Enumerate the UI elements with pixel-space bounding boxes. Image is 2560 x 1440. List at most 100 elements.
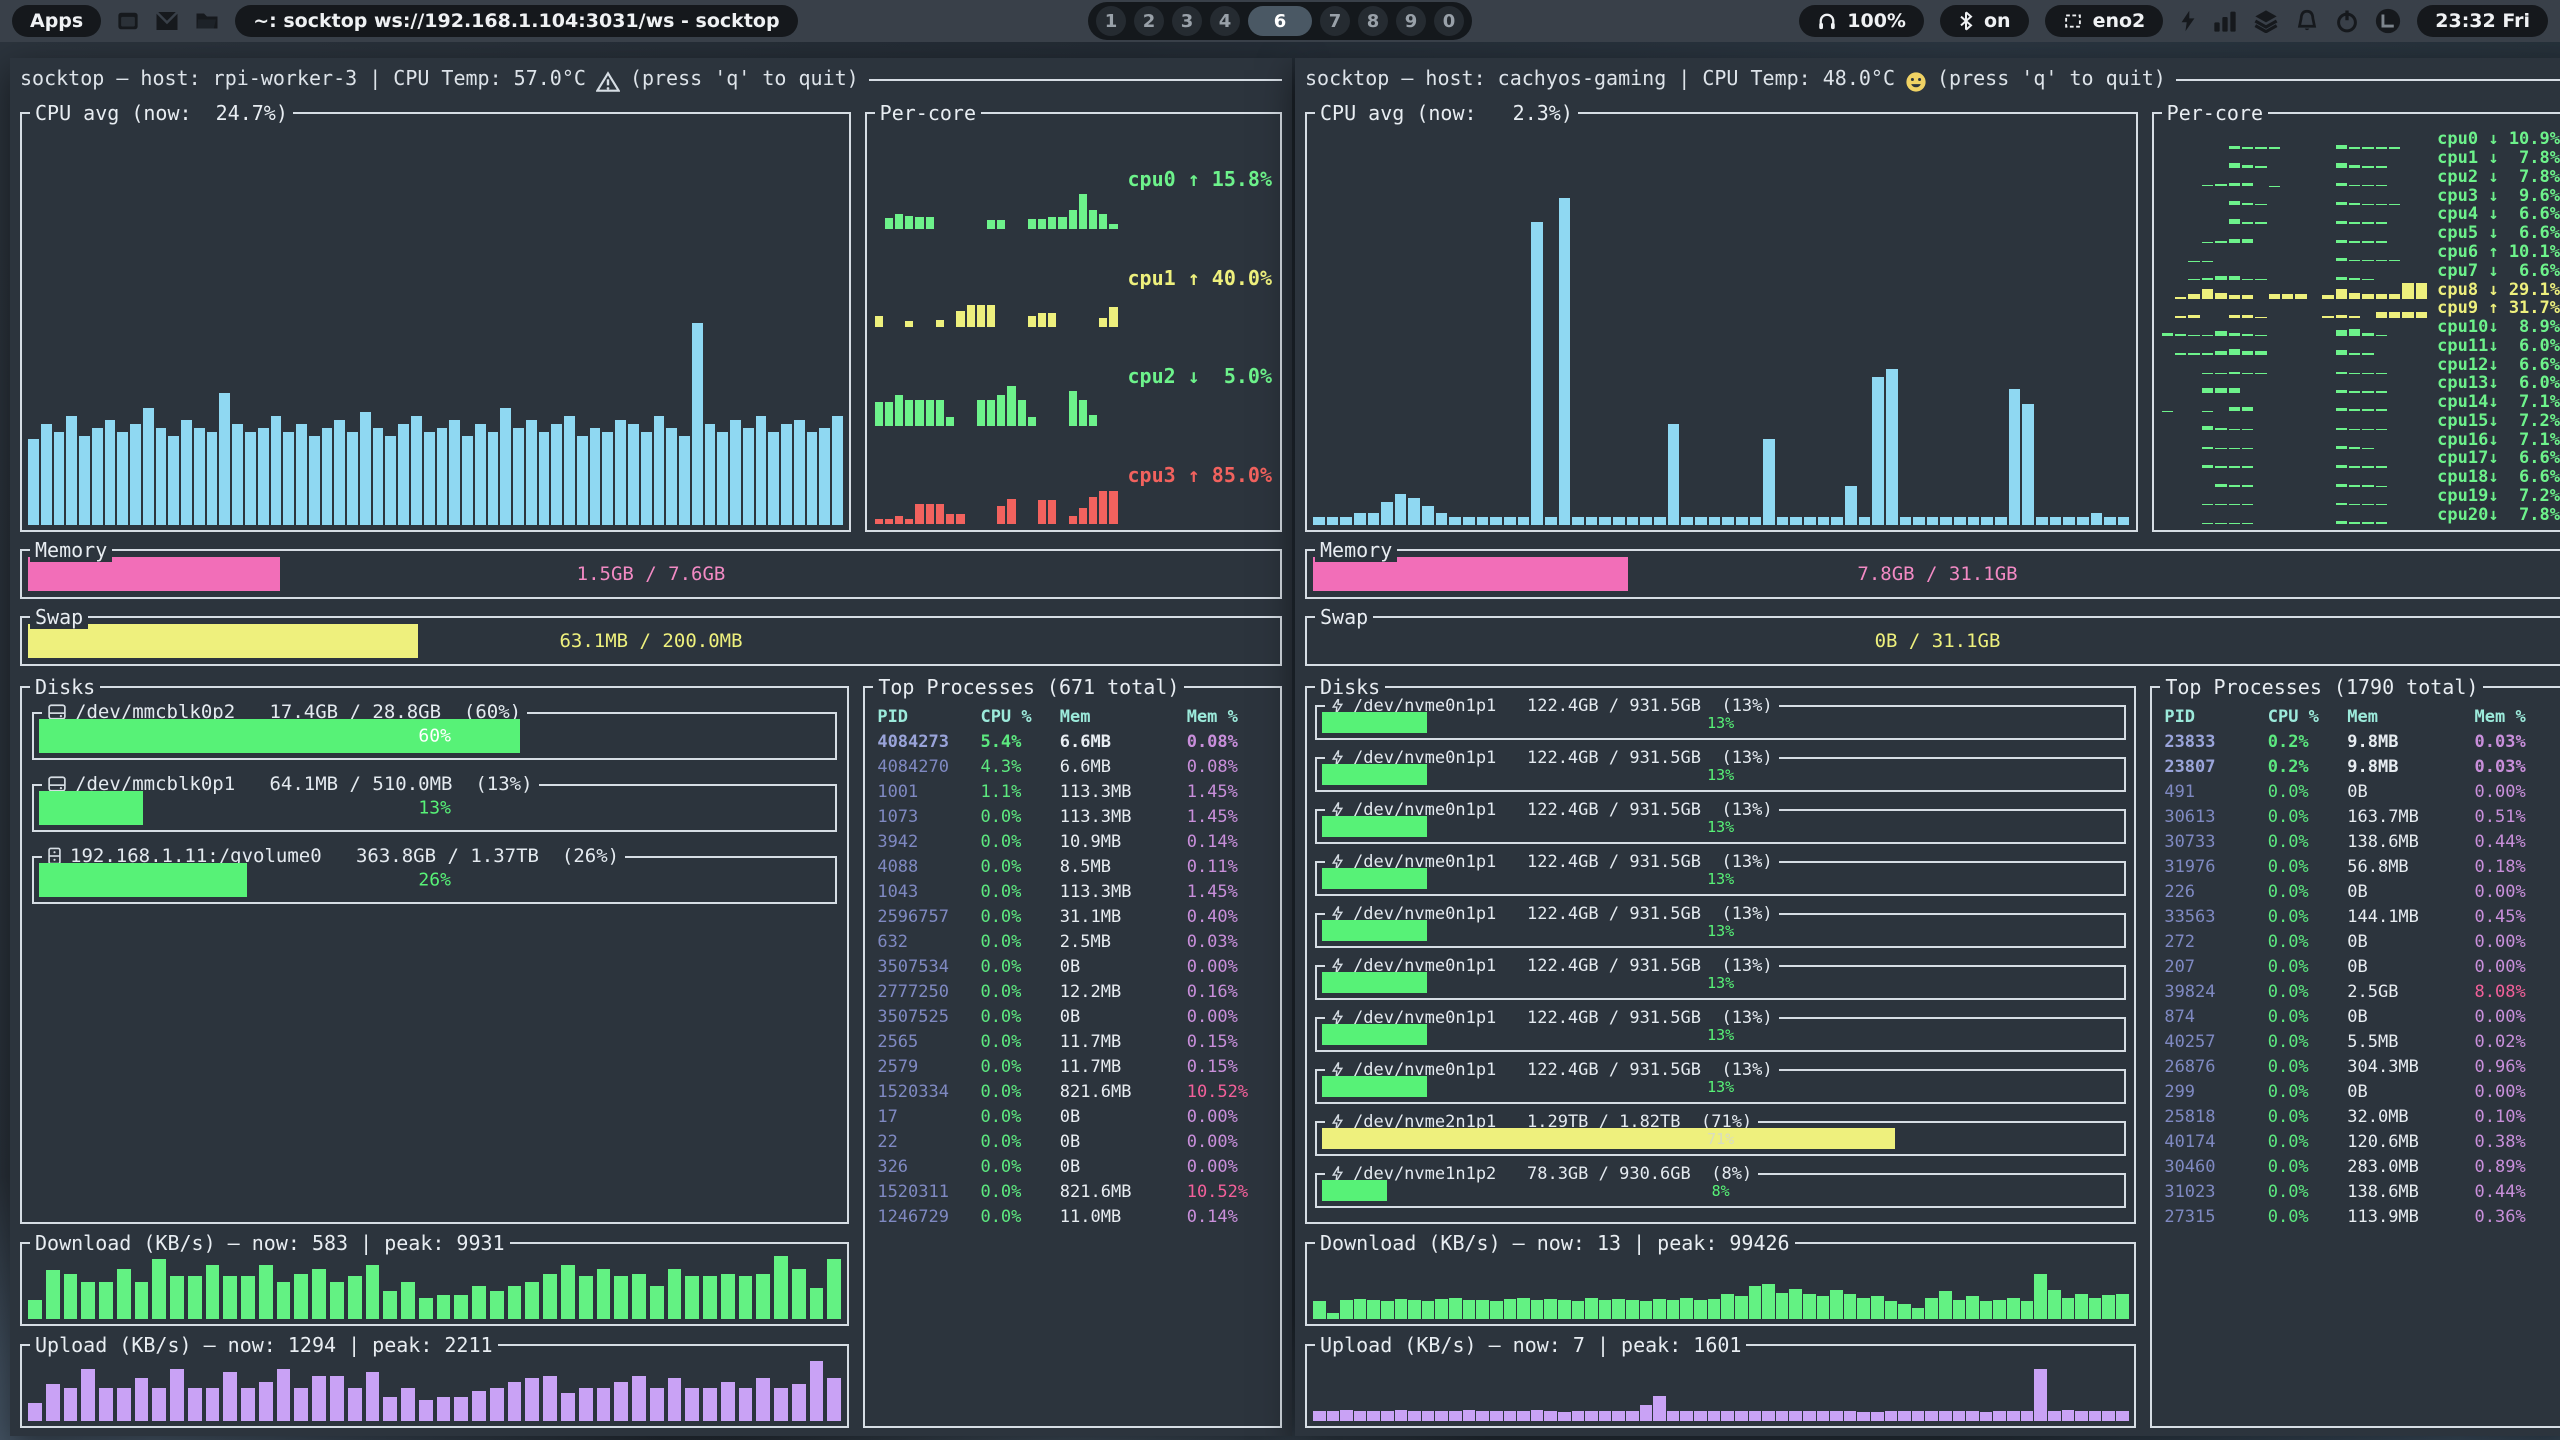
mail-icon[interactable] xyxy=(155,10,179,32)
disk-item: /dev/mmcblk0p1 64.1MB / 510.0MB (13%)13% xyxy=(32,784,837,832)
process-memp: 0.44% xyxy=(2475,1182,2560,1202)
process-row[interactable]: 4910.0%0B0.00% xyxy=(2164,779,2560,804)
process-row[interactable]: 8740.0%0B0.00% xyxy=(2164,1004,2560,1029)
process-row[interactable]: 40880.0%8.5MB0.11% xyxy=(877,854,1274,879)
process-row[interactable]: 15203110.0%821.6MB10.52% xyxy=(877,1179,1274,1204)
volume-widget[interactable]: 100% xyxy=(1799,5,1924,37)
chart-bar xyxy=(1477,517,1489,525)
process-row[interactable]: 258180.0%32.0MB0.10% xyxy=(2164,1104,2560,1129)
process-row[interactable]: 238330.2%9.8MB0.03% xyxy=(2164,729,2560,754)
disk-usage-percent: 13% xyxy=(1317,714,2124,732)
monitor-graph-icon[interactable] xyxy=(2375,8,2401,34)
chart-bar xyxy=(1028,417,1036,425)
process-row[interactable]: 2720.0%0B0.00% xyxy=(2164,929,2560,954)
workspace-3[interactable]: 3 xyxy=(1172,6,1202,36)
process-mem: 56.8MB xyxy=(2347,857,2474,877)
process-row[interactable]: 25967570.0%31.1MB0.40% xyxy=(877,904,1274,929)
terminal-rpi-worker-3[interactable]: socktop — host: rpi-worker-3 | CPU Temp:… xyxy=(10,58,1292,1436)
layers-icon[interactable] xyxy=(2253,9,2279,33)
process-row[interactable]: 27772500.0%12.2MB0.16% xyxy=(877,979,1274,1004)
network-widget[interactable]: eno2 xyxy=(2045,5,2164,37)
process-row[interactable]: 10011.1%113.3MB1.45% xyxy=(877,779,1274,804)
bell-icon[interactable] xyxy=(2295,9,2319,33)
process-row[interactable]: 2990.0%0B0.00% xyxy=(2164,1079,2560,1104)
workspace-8[interactable]: 8 xyxy=(1358,6,1388,36)
bluetooth-widget[interactable]: on xyxy=(1940,5,2029,37)
process-row[interactable]: 40842735.4%6.6MB0.08% xyxy=(877,729,1274,754)
power-profile-icon[interactable] xyxy=(2179,9,2197,33)
process-row[interactable]: 10430.0%113.3MB1.45% xyxy=(877,879,1274,904)
process-row[interactable]: 402570.0%5.5MB0.02% xyxy=(2164,1029,2560,1054)
workspace-1[interactable]: 1 xyxy=(1096,6,1126,36)
process-row[interactable]: 401740.0%120.6MB0.38% xyxy=(2164,1129,2560,1154)
chart-bar xyxy=(1599,517,1611,525)
process-row[interactable]: 170.0%0B0.00% xyxy=(877,1104,1274,1129)
workspace-2[interactable]: 2 xyxy=(1134,6,1164,36)
chart-bar xyxy=(1354,1299,1367,1319)
chart-bar xyxy=(1898,1304,1911,1319)
disk-list: /dev/mmcblk0p2 17.4GB / 28.8GB (60%)60%/… xyxy=(22,712,847,904)
chart-bar xyxy=(2336,289,2347,299)
workspace-4[interactable]: 4 xyxy=(1210,6,1240,36)
process-row[interactable]: 35075250.0%0B0.00% xyxy=(877,1004,1274,1029)
process-row[interactable]: 304600.0%283.0MB0.89% xyxy=(2164,1154,2560,1179)
chart-bar xyxy=(1818,517,1830,525)
workspace-0[interactable]: 0 xyxy=(1434,6,1464,36)
chart-bar xyxy=(398,424,409,525)
core-usage-chart xyxy=(875,335,1118,426)
process-row[interactable]: 2070.0%0B0.00% xyxy=(2164,954,2560,979)
chart-bar xyxy=(895,395,903,426)
chart-bar xyxy=(170,1369,184,1421)
chart-bar xyxy=(1980,1301,1993,1319)
process-row[interactable]: 273150.0%113.9MB0.36% xyxy=(2164,1204,2560,1229)
window-title[interactable]: ~: socktop ws://192.168.1.104:3031/ws - … xyxy=(235,5,797,37)
process-row[interactable]: 3260.0%0B0.00% xyxy=(877,1154,1274,1179)
process-row[interactable]: 10730.0%113.3MB1.45% xyxy=(877,804,1274,829)
process-row[interactable]: 25790.0%11.7MB0.15% xyxy=(877,1054,1274,1079)
process-row[interactable]: 398240.0%2.5GB8.08% xyxy=(2164,979,2560,1004)
process-table: PID CPU % Mem Mem % 238330.2%9.8MB0.03%2… xyxy=(2164,704,2560,1420)
process-row[interactable]: 268760.0%304.3MB0.96% xyxy=(2164,1054,2560,1079)
process-pid: 30460 xyxy=(2164,1157,2267,1177)
workspace-9[interactable]: 9 xyxy=(1396,6,1426,36)
process-row[interactable]: 12467290.0%11.0MB0.14% xyxy=(877,1204,1274,1229)
process-row[interactable]: 2260.0%0B0.00% xyxy=(2164,879,2560,904)
process-row[interactable]: 238070.2%9.8MB0.03% xyxy=(2164,754,2560,779)
chart-bar xyxy=(1559,198,1571,525)
process-row[interactable]: 310230.0%138.6MB0.44% xyxy=(2164,1179,2560,1204)
process-row[interactable]: 306130.0%163.7MB0.51% xyxy=(2164,804,2560,829)
chart-bar xyxy=(1089,210,1097,228)
process-row[interactable]: 6320.0%2.5MB0.03% xyxy=(877,929,1274,954)
process-row[interactable]: 307330.0%138.6MB0.44% xyxy=(2164,829,2560,854)
process-row[interactable]: 39420.0%10.9MB0.14% xyxy=(877,829,1274,854)
process-pid: 40257 xyxy=(2164,1032,2267,1052)
power-icon[interactable] xyxy=(2335,9,2359,33)
process-cpu: 4.3% xyxy=(980,757,1059,777)
disk-item: /dev/nvme0n1p1 122.4GB / 931.5GB (13%)13… xyxy=(1315,705,2126,740)
terminal-cachyos-gaming[interactable]: socktop — host: cachyos-gaming | CPU Tem… xyxy=(1295,58,2560,1436)
process-row[interactable]: 335630.0%144.1MB0.45% xyxy=(2164,904,2560,929)
chart-bar xyxy=(561,1393,575,1421)
chart-bar xyxy=(679,436,690,525)
panel-title: Disks xyxy=(1315,675,1385,699)
process-row[interactable]: 220.0%0B0.00% xyxy=(877,1129,1274,1154)
process-row[interactable]: 25650.0%11.7MB0.15% xyxy=(877,1029,1274,1054)
apps-button[interactable]: Apps xyxy=(12,5,101,37)
chart-bar xyxy=(1953,1411,1966,1421)
chart-bar xyxy=(743,428,754,525)
signal-bars-icon[interactable] xyxy=(2213,9,2237,33)
process-row[interactable]: 319760.0%56.8MB0.18% xyxy=(2164,854,2560,879)
folder-icon[interactable] xyxy=(195,10,219,32)
process-row[interactable]: 15203340.0%821.6MB10.52% xyxy=(877,1079,1274,1104)
workspace-6[interactable]: 6 xyxy=(1248,6,1312,36)
process-memp: 0.08% xyxy=(1187,757,1274,777)
network-icon xyxy=(2063,11,2083,31)
process-row[interactable]: 40842704.3%6.6MB0.08% xyxy=(877,754,1274,779)
process-pid: 22 xyxy=(877,1132,980,1152)
window-icon[interactable] xyxy=(117,10,139,32)
clock-widget[interactable]: 23:32 Fri xyxy=(2417,5,2548,37)
process-memp: 0.00% xyxy=(1187,957,1274,977)
process-row[interactable]: 35075340.0%0B0.00% xyxy=(877,954,1274,979)
chart-bar xyxy=(915,400,923,425)
workspace-7[interactable]: 7 xyxy=(1320,6,1350,36)
